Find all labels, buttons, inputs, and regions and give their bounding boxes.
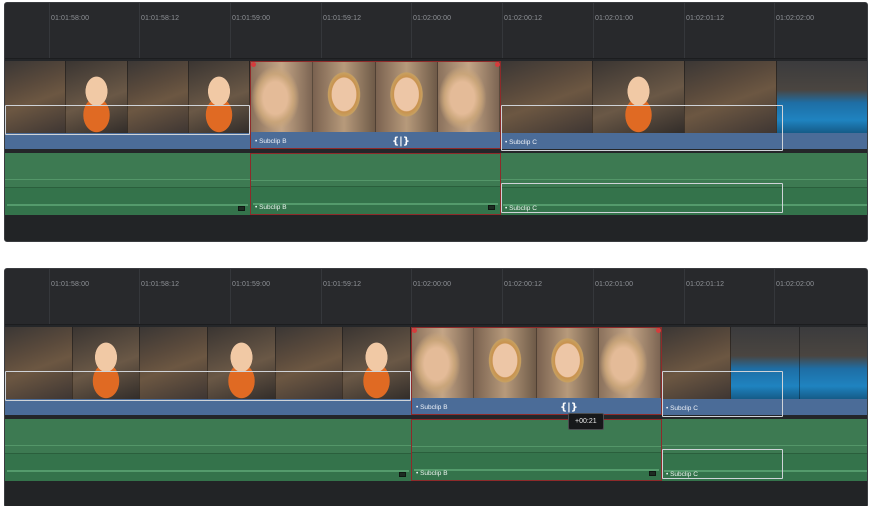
- ruler-label: 01:02:02:00: [776, 281, 815, 288]
- edit-point-handle[interactable]: [251, 62, 256, 67]
- clip-selection-outline: [662, 449, 783, 479]
- edit-point-handle[interactable]: [656, 328, 661, 333]
- audio-waveform-icon: [412, 452, 661, 480]
- audio-waveform-icon: [251, 186, 500, 214]
- clip-name: • Subclip B: [255, 204, 287, 211]
- trim-cursor-icon: {|}: [392, 136, 410, 147]
- clip-selection-outline: [5, 105, 250, 135]
- ruler-label: 01:02:00:00: [413, 281, 452, 288]
- ruler-label: 01:02:00:00: [413, 15, 452, 22]
- ruler-label: 01:01:58:12: [141, 15, 180, 22]
- clip-selection-outline: [5, 371, 411, 401]
- audio-clip-icon: [649, 471, 656, 476]
- ruler-label: 01:01:59:00: [232, 281, 271, 288]
- ruler-label: 01:01:58:00: [51, 15, 90, 22]
- audio-clip-icon: [399, 472, 406, 477]
- audio-track: • Subclip B • Subclip C: [5, 153, 867, 215]
- clip-name: • Subclip B: [255, 138, 287, 145]
- ruler-label: 01:02:00:12: [504, 15, 543, 22]
- trim-offset-tooltip: +00:21: [568, 413, 604, 430]
- edit-point-handle[interactable]: [412, 328, 417, 333]
- subclip-b-audio[interactable]: • Subclip B: [411, 419, 662, 481]
- clip-name: • Subclip B: [416, 470, 448, 477]
- clip-name: • Subclip B: [416, 404, 448, 411]
- subclip-a-audio[interactable]: [5, 153, 250, 215]
- audio-waveform-icon: [5, 187, 250, 215]
- video-track: • Subclip B • Subclip C {|}: [5, 61, 867, 151]
- timeline-panel-before: 01:01:58:00 01:01:58:12 01:01:59:00 01:0…: [4, 2, 868, 242]
- ruler-label: 01:01:59:00: [232, 15, 271, 22]
- timeline-panel-after: 01:01:58:00 01:01:58:12 01:01:59:00 01:0…: [4, 268, 868, 506]
- ruler-label: 01:01:58:12: [141, 281, 180, 288]
- clip-selection-outline: [662, 371, 783, 417]
- audio-waveform-icon: [5, 453, 411, 481]
- ruler-label: 01:02:02:00: [776, 15, 815, 22]
- ruler-label: 01:02:01:00: [595, 281, 634, 288]
- subclip-b-video[interactable]: • Subclip B: [250, 61, 501, 149]
- timecode-ruler[interactable]: 01:01:58:00 01:01:58:12 01:01:59:00 01:0…: [5, 269, 867, 325]
- audio-clip-icon: [488, 205, 495, 210]
- edit-point-handle[interactable]: [495, 62, 500, 67]
- ruler-label: 01:01:59:12: [323, 281, 362, 288]
- subclip-b-video[interactable]: • Subclip B: [411, 327, 662, 415]
- ruler-label: 01:01:59:12: [323, 15, 362, 22]
- ruler-label: 01:02:01:12: [686, 281, 725, 288]
- video-track: • Subclip B • Subclip C {|}: [5, 327, 867, 417]
- timecode-ruler[interactable]: 01:01:58:00 01:01:58:12 01:01:59:00 01:0…: [5, 3, 867, 59]
- clip-selection-outline: [501, 183, 783, 213]
- audio-clip-icon: [238, 206, 245, 211]
- subclip-a-audio[interactable]: [5, 419, 411, 481]
- subclip-b-audio[interactable]: • Subclip B: [250, 153, 501, 215]
- ruler-label: 01:02:01:00: [595, 15, 634, 22]
- ruler-label: 01:02:01:12: [686, 15, 725, 22]
- ruler-label: 01:01:58:00: [51, 281, 90, 288]
- ruler-label: 01:02:00:12: [504, 281, 543, 288]
- clip-selection-outline: [501, 105, 783, 151]
- audio-track: • Subclip B • Subclip C: [5, 419, 867, 481]
